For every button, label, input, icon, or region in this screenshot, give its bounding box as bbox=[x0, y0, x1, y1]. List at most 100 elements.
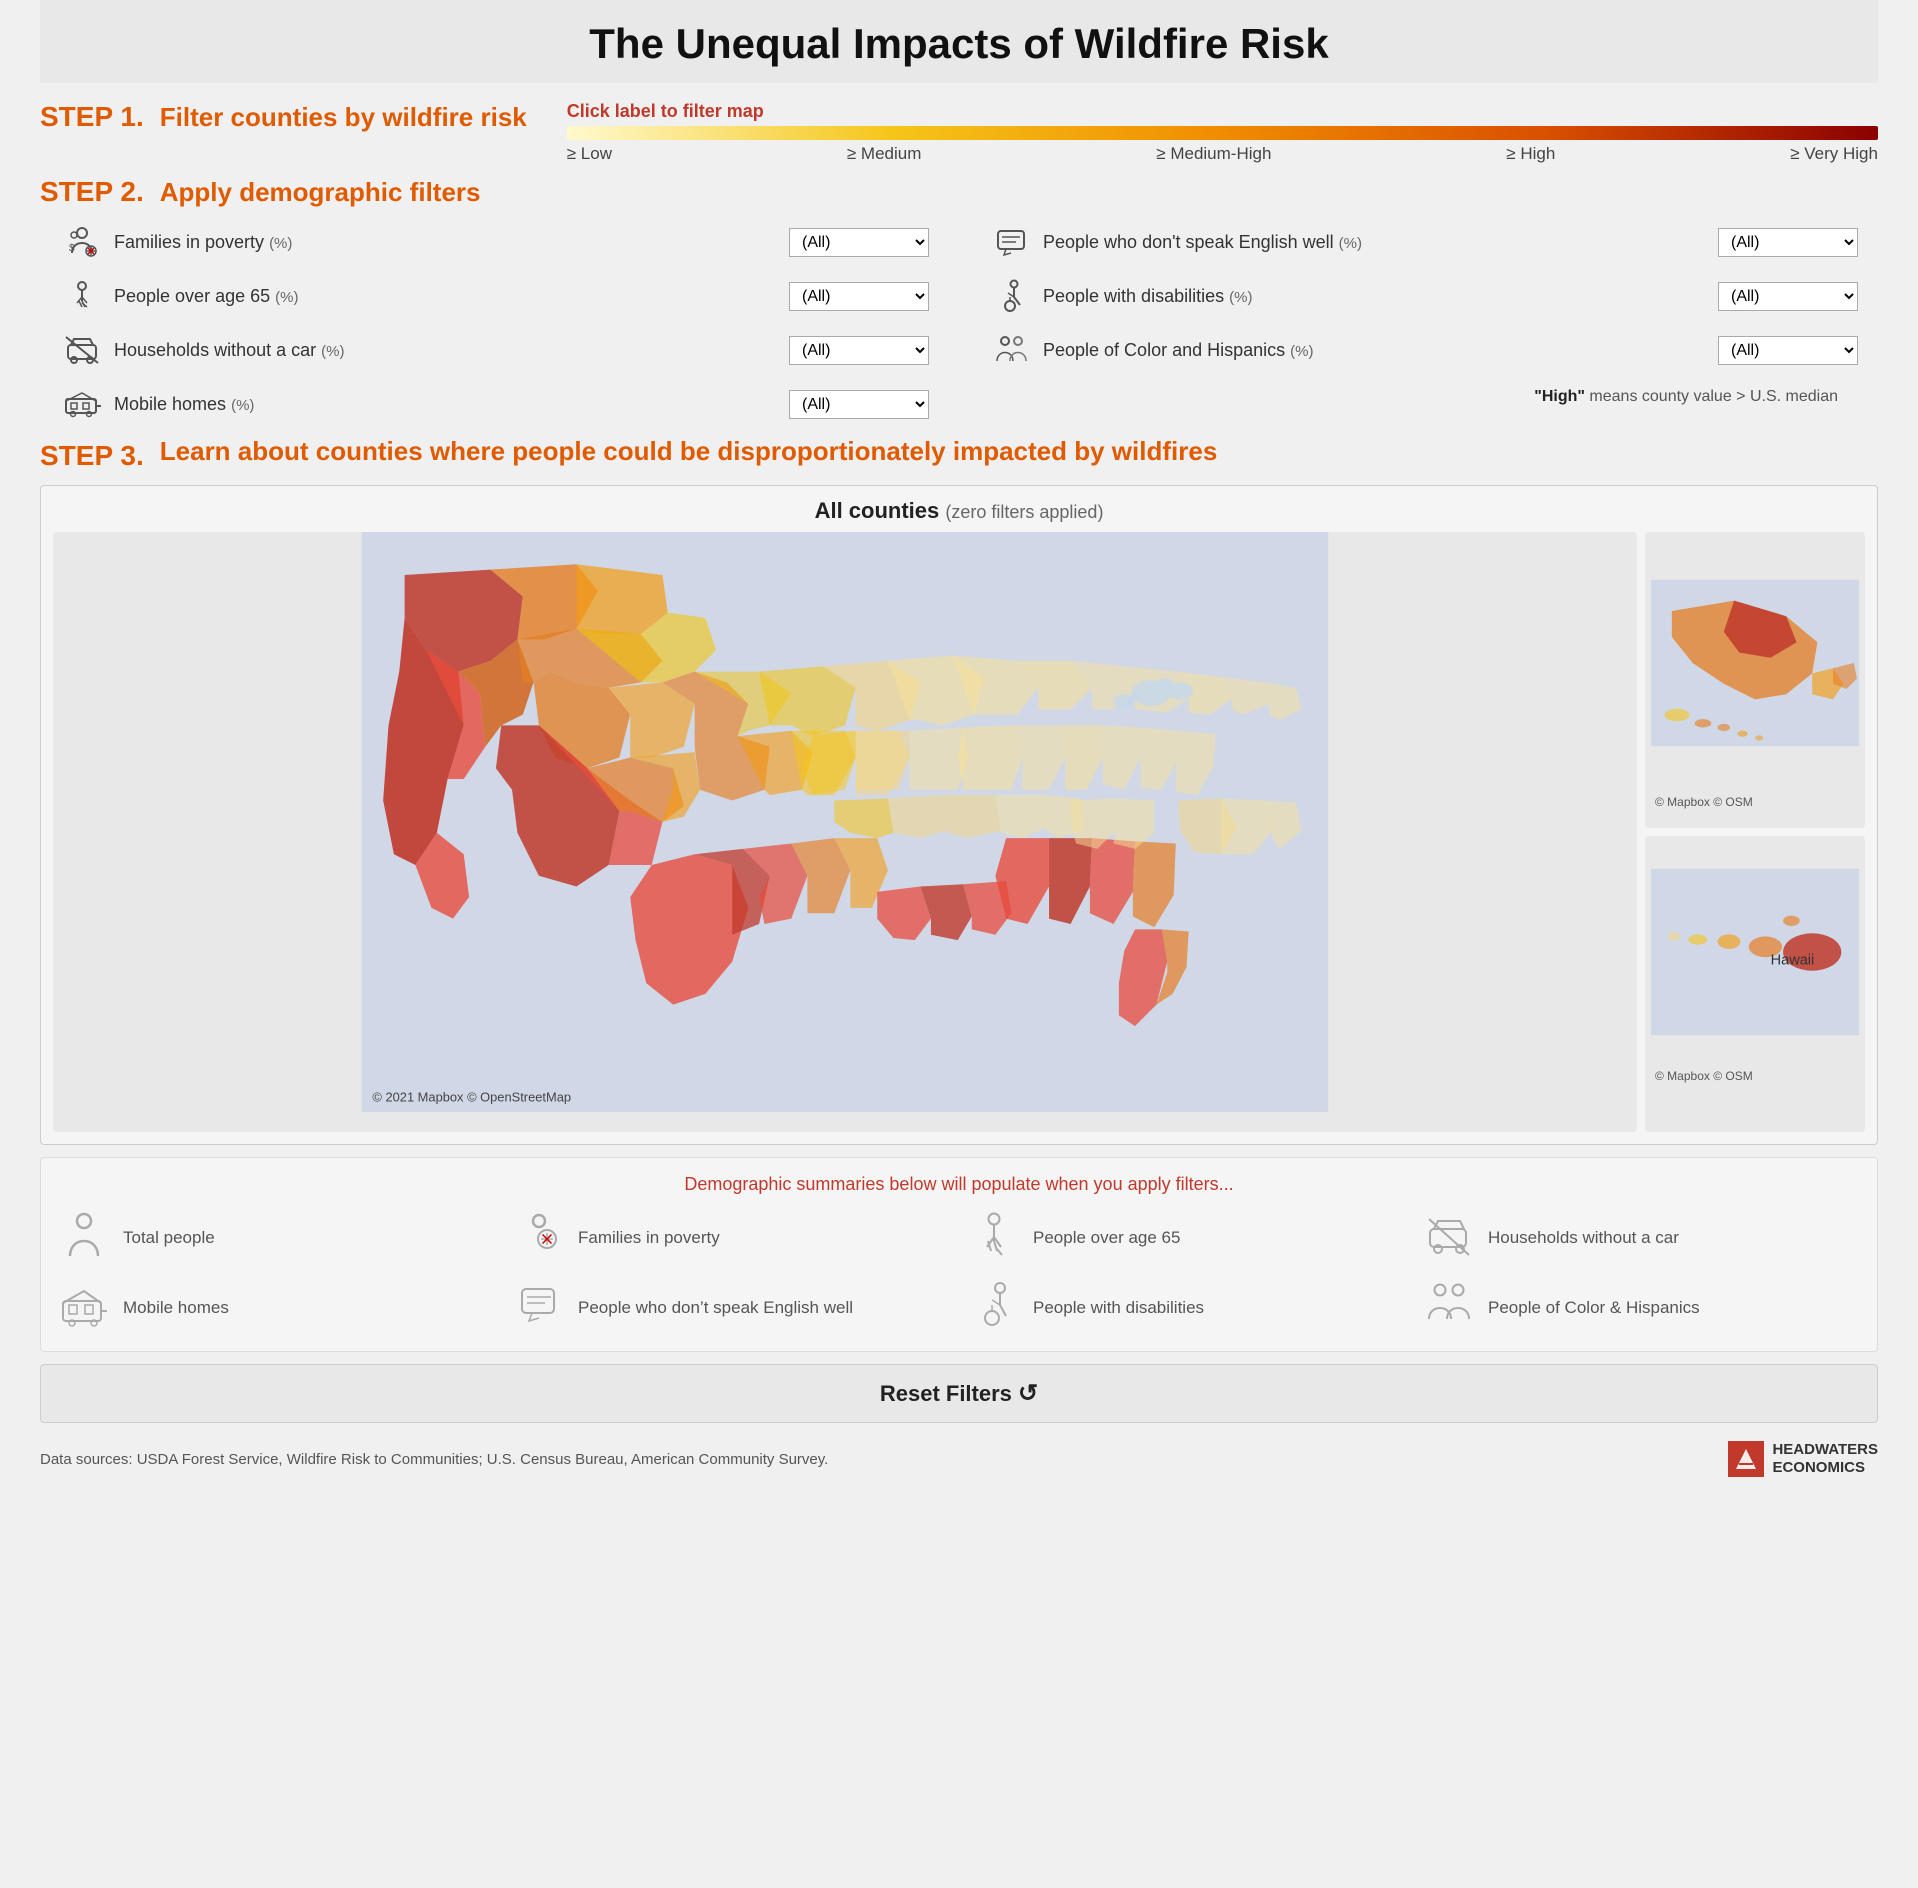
title-bar: The Unequal Impacts of Wildfire Risk bbox=[40, 0, 1878, 83]
side-maps: © Mapbox © OSM bbox=[1645, 532, 1865, 1132]
total-people-icon bbox=[57, 1211, 111, 1265]
alaska-map: © Mapbox © OSM bbox=[1645, 532, 1865, 828]
filter-very-high[interactable]: ≥ Very High bbox=[1790, 144, 1878, 164]
mobile-homes-select[interactable]: (All)HighLow bbox=[789, 390, 929, 419]
disabilities-icon bbox=[989, 274, 1033, 318]
non-english-summary-label: People who don’t speak English well bbox=[578, 1298, 853, 1318]
filter-medium-high[interactable]: ≥ Medium-High bbox=[1156, 144, 1271, 164]
mobile-homes-label: Mobile homes (%) bbox=[114, 394, 779, 415]
poc-summary-label: People of Color & Hispanics bbox=[1488, 1298, 1700, 1318]
map-container: © 2021 Mapbox © OpenStreetMap bbox=[53, 532, 1865, 1132]
svg-text:Hawaii: Hawaii bbox=[1771, 952, 1815, 968]
summary-families-poverty-icon bbox=[512, 1211, 566, 1265]
reset-filters-button[interactable]: Reset Filters ↺ bbox=[880, 1379, 1038, 1408]
no-car-icon bbox=[60, 328, 104, 372]
mobile-homes-summary-label: Mobile homes bbox=[123, 1298, 229, 1318]
summary-poc: People of Color & Hispanics bbox=[1422, 1281, 1861, 1335]
reset-bar: Reset Filters ↺ bbox=[40, 1364, 1878, 1423]
main-map: © 2021 Mapbox © OpenStreetMap bbox=[53, 532, 1637, 1132]
no-car-select[interactable]: (All)HighLow bbox=[789, 336, 929, 365]
step1-section: STEP 1. Filter counties by wildfire risk… bbox=[40, 93, 1878, 164]
summary-non-english: People who don’t speak English well bbox=[512, 1281, 951, 1335]
filter-medium[interactable]: ≥ Medium bbox=[847, 144, 922, 164]
us-map-svg: © 2021 Mapbox © OpenStreetMap bbox=[53, 532, 1637, 1112]
non-english-label: People who don't speak English well (%) bbox=[1043, 232, 1708, 253]
alaska-svg bbox=[1651, 538, 1859, 788]
summary-disabilities: People with disabilities bbox=[967, 1281, 1406, 1335]
map-title: All counties (zero filters applied) bbox=[53, 498, 1865, 524]
brand: HEADWATERS ECONOMICS bbox=[1728, 1441, 1878, 1477]
demographic-grid: $ Families in poverty (%) (All)HighLow bbox=[40, 220, 1878, 426]
svg-text:$: $ bbox=[69, 243, 75, 254]
demo-summary-message: Demographic summaries below will populat… bbox=[57, 1174, 1861, 1195]
step3-description: Learn about counties where people could … bbox=[160, 436, 1218, 467]
summary-total-people: Total people bbox=[57, 1211, 496, 1265]
summary-no-car-icon bbox=[1422, 1211, 1476, 1265]
summary-families-poverty: Families in poverty bbox=[512, 1211, 951, 1265]
families-poverty-summary-label: Families in poverty bbox=[578, 1228, 720, 1248]
disabilities-summary-label: People with disabilities bbox=[1033, 1298, 1204, 1318]
gradient-bar bbox=[567, 126, 1878, 140]
summary-age65: People over age 65 bbox=[967, 1211, 1406, 1265]
poc-select[interactable]: (All)HighLow bbox=[1718, 336, 1858, 365]
summary-poc-icon bbox=[1422, 1281, 1476, 1335]
summary-age65-icon bbox=[967, 1211, 1021, 1265]
map-section: All counties (zero filters applied) bbox=[40, 485, 1878, 1145]
filter-no-car: Households without a car (%) (All)HighLo… bbox=[60, 328, 929, 372]
summary-non-english-icon bbox=[512, 1281, 566, 1335]
click-label: Click label to filter map bbox=[567, 101, 1878, 122]
footer: Data sources: USDA Forest Service, Wildf… bbox=[40, 1433, 1878, 1485]
families-poverty-label: Families in poverty (%) bbox=[114, 232, 779, 253]
filter-families-poverty: $ Families in poverty (%) (All)HighLow bbox=[60, 220, 929, 264]
poc-icon bbox=[989, 328, 1033, 372]
alaska-credit: © Mapbox © OSM bbox=[1651, 793, 1859, 811]
age65-label: People over age 65 (%) bbox=[114, 286, 779, 307]
step2-description: Apply demographic filters bbox=[160, 177, 481, 208]
reset-label: Reset Filters bbox=[880, 1381, 1012, 1406]
filter-low[interactable]: ≥ Low bbox=[567, 144, 612, 164]
filter-age65: People over age 65 (%) (All)HighLow bbox=[60, 274, 929, 318]
summary-disabilities-icon bbox=[967, 1281, 1021, 1335]
mobile-homes-icon bbox=[60, 382, 104, 426]
step2-label: STEP 2. bbox=[40, 176, 144, 208]
filter-high[interactable]: ≥ High bbox=[1506, 144, 1555, 164]
step3-label: STEP 3. bbox=[40, 440, 144, 472]
families-poverty-icon: $ bbox=[60, 220, 104, 264]
filter-labels: ≥ Low ≥ Medium ≥ Medium-High ≥ High ≥ Ve… bbox=[567, 144, 1878, 164]
filter-mobile-homes: Mobile homes (%) (All)HighLow bbox=[60, 382, 929, 426]
step3-section: STEP 3. Learn about counties where peopl… bbox=[40, 436, 1878, 1352]
disabilities-label: People with disabilities (%) bbox=[1043, 286, 1708, 307]
brand-icon bbox=[1728, 1441, 1764, 1477]
data-sources: Data sources: USDA Forest Service, Wildf… bbox=[40, 1451, 828, 1468]
demo-summary: Demographic summaries below will populat… bbox=[40, 1157, 1878, 1352]
age65-summary-label: People over age 65 bbox=[1033, 1228, 1180, 1248]
summary-no-car: Households without a car bbox=[1422, 1211, 1861, 1265]
families-poverty-select[interactable]: (All)HighLow bbox=[789, 228, 929, 257]
summary-mobile-homes: Mobile homes bbox=[57, 1281, 496, 1335]
reset-icon: ↺ bbox=[1018, 1379, 1038, 1408]
non-english-select[interactable]: (All)HighLow bbox=[1718, 228, 1858, 257]
filter-bar: Click label to filter map ≥ Low ≥ Medium… bbox=[567, 101, 1878, 164]
step1-description: Filter counties by wildfire risk bbox=[160, 102, 527, 133]
page-title: The Unequal Impacts of Wildfire Risk bbox=[40, 20, 1878, 68]
median-note: "High" means county value > U.S. median bbox=[989, 388, 1858, 406]
filter-disabilities: People with disabilities (%) (All)HighLo… bbox=[989, 274, 1858, 318]
summary-mobile-homes-icon bbox=[57, 1281, 111, 1335]
no-car-summary-label: Households without a car bbox=[1488, 1228, 1679, 1248]
step1-label: STEP 1. bbox=[40, 101, 144, 133]
age65-select[interactable]: (All)HighLow bbox=[789, 282, 929, 311]
disabilities-select[interactable]: (All)HighLow bbox=[1718, 282, 1858, 311]
filter-non-english: People who don't speak English well (%) … bbox=[989, 220, 1858, 264]
hawaii-credit: © Mapbox © OSM bbox=[1651, 1067, 1859, 1085]
demo-summary-grid: Total people Families in bbox=[57, 1211, 1861, 1335]
age65-icon bbox=[60, 274, 104, 318]
step2-section: STEP 2. Apply demographic filters $ bbox=[40, 176, 1878, 426]
hawaii-map: Hawaii © Mapbox © OSM bbox=[1645, 836, 1865, 1132]
svg-text:© 2021 Mapbox © OpenStreetMap: © 2021 Mapbox © OpenStreetMap bbox=[372, 1089, 571, 1104]
non-english-icon bbox=[989, 220, 1033, 264]
total-people-label: Total people bbox=[123, 1228, 215, 1248]
poc-label: People of Color and Hispanics (%) bbox=[1043, 340, 1708, 361]
filter-poc: People of Color and Hispanics (%) (All)H… bbox=[989, 328, 1858, 372]
no-car-label: Households without a car (%) bbox=[114, 340, 779, 361]
hawaii-svg: Hawaii bbox=[1651, 842, 1859, 1062]
